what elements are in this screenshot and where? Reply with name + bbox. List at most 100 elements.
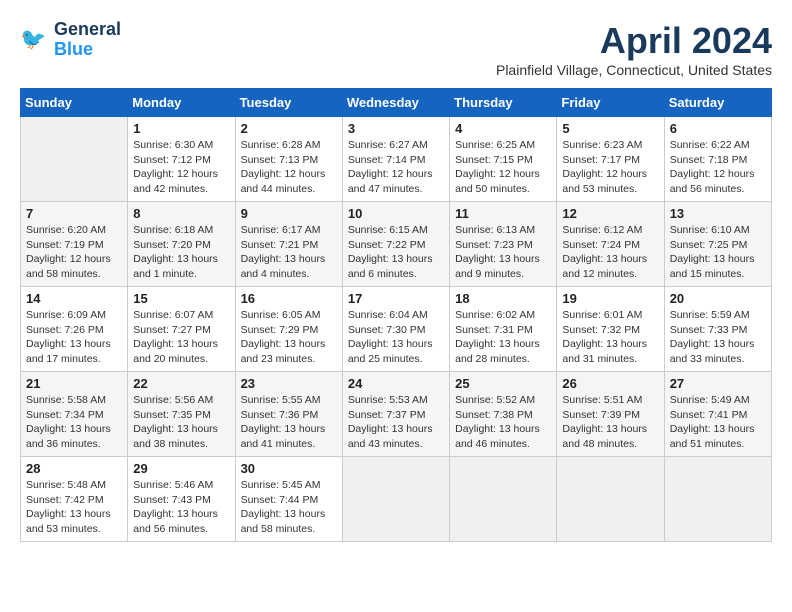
day-number: 1 — [133, 121, 229, 136]
day-info: Sunrise: 6:18 AMSunset: 7:20 PMDaylight:… — [133, 223, 229, 282]
week-row-2: 7 Sunrise: 6:20 AMSunset: 7:19 PMDaylight… — [21, 202, 772, 287]
day-info: Sunrise: 6:04 AMSunset: 7:30 PMDaylight:… — [348, 308, 444, 367]
calendar-cell: 16 Sunrise: 6:05 AMSunset: 7:29 PMDayligh… — [235, 287, 342, 372]
day-number: 18 — [455, 291, 551, 306]
day-number: 24 — [348, 376, 444, 391]
calendar-cell — [342, 457, 449, 542]
day-number: 30 — [241, 461, 337, 476]
weekday-header-monday: Monday — [128, 89, 235, 117]
day-info: Sunrise: 6:15 AMSunset: 7:22 PMDaylight:… — [348, 223, 444, 282]
day-info: Sunrise: 5:59 AMSunset: 7:33 PMDaylight:… — [670, 308, 766, 367]
day-number: 5 — [562, 121, 658, 136]
svg-text:🐦: 🐦 — [20, 28, 46, 51]
day-info: Sunrise: 5:56 AMSunset: 7:35 PMDaylight:… — [133, 393, 229, 452]
calendar-cell: 12Sunrise: 6:12 AMSunset: 7:24 PMDayligh… — [557, 202, 664, 287]
calendar-table: SundayMondayTuesdayWednesdayThursdayFrid… — [20, 88, 772, 542]
calendar-cell: 30Sunrise: 5:45 AMSunset: 7:44 PMDayligh… — [235, 457, 342, 542]
day-info: Sunrise: 5:48 AMSunset: 7:42 PMDaylight:… — [26, 478, 122, 537]
day-info: Sunrise: 6:05 AMSunset: 7:29 PMDaylight:… — [241, 308, 337, 367]
week-row-1: 1 Sunrise: 6:30 AMSunset: 7:12 PMDaylight… — [21, 117, 772, 202]
day-number: 27 — [670, 376, 766, 391]
weekday-header-sunday: Sunday — [21, 89, 128, 117]
calendar-cell: 27 Sunrise: 5:49 AMSunset: 7:41 PMDayligh… — [664, 372, 771, 457]
calendar-cell — [557, 457, 664, 542]
day-info: Sunrise: 5:49 AMSunset: 7:41 PMDaylight:… — [670, 393, 766, 452]
page-header: 🐦 GeneralBlue April 2024 Plainfield Vill… — [20, 20, 772, 78]
calendar-cell: 26 Sunrise: 5:51 AMSunset: 7:39 PMDayligh… — [557, 372, 664, 457]
calendar-cell: 24 Sunrise: 5:53 AMSunset: 7:37 PMDayligh… — [342, 372, 449, 457]
weekday-header-tuesday: Tuesday — [235, 89, 342, 117]
day-number: 19 — [562, 291, 658, 306]
calendar-cell: 28 Sunrise: 5:48 AMSunset: 7:42 PMDayligh… — [21, 457, 128, 542]
day-number: 28 — [26, 461, 122, 476]
day-info: Sunrise: 6:25 AMSunset: 7:15 PMDaylight:… — [455, 138, 551, 197]
calendar-cell: 29Sunrise: 5:46 AMSunset: 7:43 PMDayligh… — [128, 457, 235, 542]
day-number: 26 — [562, 376, 658, 391]
calendar-cell: 23 Sunrise: 5:55 AMSunset: 7:36 PMDayligh… — [235, 372, 342, 457]
day-info: Sunrise: 6:30 AMSunset: 7:12 PMDaylight:… — [133, 138, 229, 197]
logo: 🐦 GeneralBlue — [20, 20, 121, 60]
calendar-cell: 19 Sunrise: 6:01 AMSunset: 7:32 PMDayligh… — [557, 287, 664, 372]
day-info: Sunrise: 5:52 AMSunset: 7:38 PMDaylight:… — [455, 393, 551, 452]
day-info: Sunrise: 5:58 AMSunset: 7:34 PMDaylight:… — [26, 393, 122, 452]
day-number: 21 — [26, 376, 122, 391]
day-number: 14 — [26, 291, 122, 306]
day-number: 22 — [133, 376, 229, 391]
calendar-cell: 1 Sunrise: 6:30 AMSunset: 7:12 PMDaylight… — [128, 117, 235, 202]
day-info: Sunrise: 6:09 AMSunset: 7:26 PMDaylight:… — [26, 308, 122, 367]
calendar-cell: 9 Sunrise: 6:17 AMSunset: 7:21 PMDaylight… — [235, 202, 342, 287]
day-number: 9 — [241, 206, 337, 221]
calendar-cell: 7 Sunrise: 6:20 AMSunset: 7:19 PMDaylight… — [21, 202, 128, 287]
day-number: 13 — [670, 206, 766, 221]
day-info: Sunrise: 6:07 AMSunset: 7:27 PMDaylight:… — [133, 308, 229, 367]
logo-text: GeneralBlue — [54, 20, 121, 60]
month-title: April 2024 — [496, 20, 772, 62]
day-number: 17 — [348, 291, 444, 306]
day-number: 25 — [455, 376, 551, 391]
day-number: 10 — [348, 206, 444, 221]
day-number: 11 — [455, 206, 551, 221]
calendar-cell: 20Sunrise: 5:59 AMSunset: 7:33 PMDayligh… — [664, 287, 771, 372]
calendar-cell: 8Sunrise: 6:18 AMSunset: 7:20 PMDaylight… — [128, 202, 235, 287]
day-info: Sunrise: 6:10 AMSunset: 7:25 PMDaylight:… — [670, 223, 766, 282]
title-block: April 2024 Plainfield Village, Connectic… — [496, 20, 772, 78]
day-info: Sunrise: 5:51 AMSunset: 7:39 PMDaylight:… — [562, 393, 658, 452]
day-info: Sunrise: 5:46 AMSunset: 7:43 PMDaylight:… — [133, 478, 229, 537]
day-info: Sunrise: 6:01 AMSunset: 7:32 PMDaylight:… — [562, 308, 658, 367]
weekday-header-saturday: Saturday — [664, 89, 771, 117]
day-info: Sunrise: 6:02 AMSunset: 7:31 PMDaylight:… — [455, 308, 551, 367]
day-number: 4 — [455, 121, 551, 136]
day-info: Sunrise: 6:23 AMSunset: 7:17 PMDaylight:… — [562, 138, 658, 197]
day-number: 3 — [348, 121, 444, 136]
day-info: Sunrise: 5:55 AMSunset: 7:36 PMDaylight:… — [241, 393, 337, 452]
weekday-header-wednesday: Wednesday — [342, 89, 449, 117]
day-number: 6 — [670, 121, 766, 136]
calendar-cell: 14 Sunrise: 6:09 AMSunset: 7:26 PMDayligh… — [21, 287, 128, 372]
calendar-cell: 18 Sunrise: 6:02 AMSunset: 7:31 PMDayligh… — [450, 287, 557, 372]
day-info: Sunrise: 6:20 AMSunset: 7:19 PMDaylight:… — [26, 223, 122, 282]
weekday-header-row: SundayMondayTuesdayWednesdayThursdayFrid… — [21, 89, 772, 117]
location: Plainfield Village, Connecticut, United … — [496, 62, 772, 78]
day-number: 16 — [241, 291, 337, 306]
week-row-4: 21 Sunrise: 5:58 AMSunset: 7:34 PMDayligh… — [21, 372, 772, 457]
calendar-cell: 3Sunrise: 6:27 AMSunset: 7:14 PMDaylight… — [342, 117, 449, 202]
day-info: Sunrise: 6:17 AMSunset: 7:21 PMDaylight:… — [241, 223, 337, 282]
calendar-cell: 25 Sunrise: 5:52 AMSunset: 7:38 PMDayligh… — [450, 372, 557, 457]
calendar-cell: 4 Sunrise: 6:25 AMSunset: 7:15 PMDaylight… — [450, 117, 557, 202]
calendar-cell: 22 Sunrise: 5:56 AMSunset: 7:35 PMDayligh… — [128, 372, 235, 457]
day-info: Sunrise: 5:53 AMSunset: 7:37 PMDaylight:… — [348, 393, 444, 452]
day-number: 7 — [26, 206, 122, 221]
day-info: Sunrise: 6:22 AMSunset: 7:18 PMDaylight:… — [670, 138, 766, 197]
weekday-header-friday: Friday — [557, 89, 664, 117]
day-number: 23 — [241, 376, 337, 391]
calendar-cell: 21 Sunrise: 5:58 AMSunset: 7:34 PMDayligh… — [21, 372, 128, 457]
calendar-cell: 5 Sunrise: 6:23 AMSunset: 7:17 PMDaylight… — [557, 117, 664, 202]
calendar-cell: 13 Sunrise: 6:10 AMSunset: 7:25 PMDayligh… — [664, 202, 771, 287]
calendar-cell: 15 Sunrise: 6:07 AMSunset: 7:27 PMDayligh… — [128, 287, 235, 372]
calendar-cell: 10 Sunrise: 6:15 AMSunset: 7:22 PMDayligh… — [342, 202, 449, 287]
day-number: 2 — [241, 121, 337, 136]
day-number: 15 — [133, 291, 229, 306]
calendar-cell — [450, 457, 557, 542]
logo-icon: 🐦 — [20, 25, 50, 55]
day-info: Sunrise: 6:28 AMSunset: 7:13 PMDaylight:… — [241, 138, 337, 197]
